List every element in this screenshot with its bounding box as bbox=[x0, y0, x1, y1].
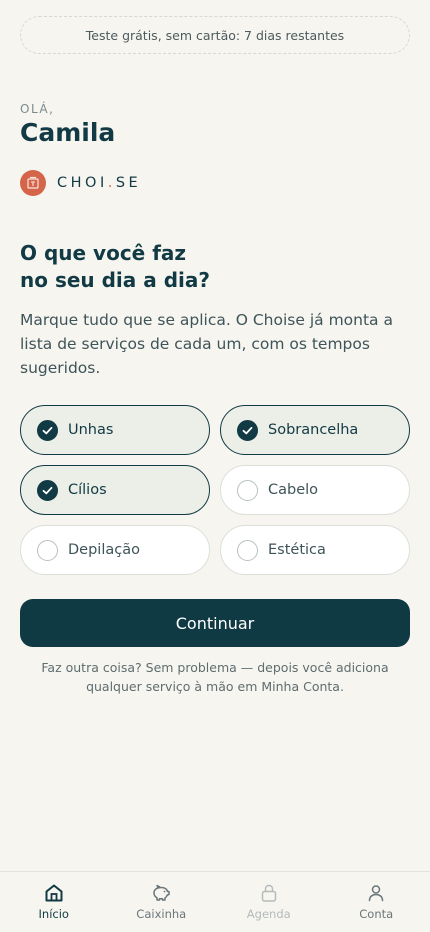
option-label: Depilação bbox=[68, 542, 140, 558]
option-cilios[interactable]: Cílios bbox=[20, 465, 210, 515]
empty-circle-icon bbox=[237, 539, 258, 561]
piggy-bank-icon bbox=[153, 884, 170, 901]
option-cabelo[interactable]: Cabelo bbox=[220, 465, 410, 515]
trial-banner-text: Teste grátis, sem cartão: 7 dias restant… bbox=[85, 27, 345, 43]
empty-circle-icon bbox=[37, 539, 58, 561]
option-label: Unhas bbox=[68, 422, 114, 438]
option-estetica[interactable]: Estética bbox=[220, 525, 410, 575]
empty-circle-icon bbox=[237, 479, 258, 501]
tab-conta[interactable]: Conta bbox=[323, 872, 430, 932]
tab-agenda[interactable]: Agenda bbox=[215, 872, 323, 932]
description-text: Marque tudo que se aplica. O Choise já m… bbox=[20, 311, 393, 377]
brand-name-part1: CHOI bbox=[57, 175, 108, 191]
brand-name: CHOI.SE bbox=[57, 175, 141, 191]
option-label: Estética bbox=[268, 542, 326, 558]
user-name: Camila bbox=[20, 118, 116, 147]
tab-label: Início bbox=[38, 907, 69, 921]
option-unhas[interactable]: Unhas bbox=[20, 405, 210, 455]
greeting-label: OLÁ, bbox=[20, 102, 55, 116]
option-depilacao[interactable]: Depilação bbox=[20, 525, 210, 575]
trial-banner: Teste grátis, sem cartão: 7 dias restant… bbox=[20, 16, 410, 54]
footnote-line-2: qualquer serviço à mão em Minha Conta. bbox=[86, 679, 344, 694]
tab-caixinha[interactable]: Caixinha bbox=[108, 872, 216, 932]
brand-dot: . bbox=[107, 175, 116, 191]
check-icon bbox=[237, 419, 258, 441]
brand: CHOI.SE bbox=[20, 170, 141, 196]
check-icon bbox=[37, 479, 58, 501]
brand-logo-icon bbox=[20, 170, 46, 196]
question-title: O que você faz no seu dia a dia? bbox=[20, 240, 410, 294]
bottom-tab-bar: Início Caixinha Agenda Conta bbox=[0, 871, 430, 932]
question-line-1: O que você faz bbox=[20, 241, 187, 265]
user-icon bbox=[369, 885, 384, 902]
footnote-line-1: Faz outra coisa? Sem problema — depois v… bbox=[41, 660, 389, 675]
brand-name-part2: SE bbox=[115, 175, 142, 191]
lock-icon bbox=[261, 884, 276, 902]
footnote: Faz outra coisa? Sem problema — depois v… bbox=[30, 658, 400, 696]
service-options: Unhas Sobrancelha Cílios Cabelo Depilaçã… bbox=[20, 405, 410, 575]
tab-label: Agenda bbox=[246, 907, 291, 921]
tab-label: Caixinha bbox=[136, 907, 187, 921]
option-label: Cílios bbox=[68, 482, 107, 498]
option-label: Cabelo bbox=[268, 482, 319, 498]
tab-inicio[interactable]: Início bbox=[0, 872, 108, 932]
question-line-2: no seu dia a dia? bbox=[20, 268, 210, 292]
tab-label: Conta bbox=[359, 907, 394, 921]
option-label: Sobrancelha bbox=[268, 422, 359, 438]
continue-button[interactable]: Continuar bbox=[20, 599, 410, 647]
home-icon bbox=[45, 884, 63, 902]
check-icon bbox=[37, 419, 58, 441]
option-sobrancelha[interactable]: Sobrancelha bbox=[220, 405, 410, 455]
